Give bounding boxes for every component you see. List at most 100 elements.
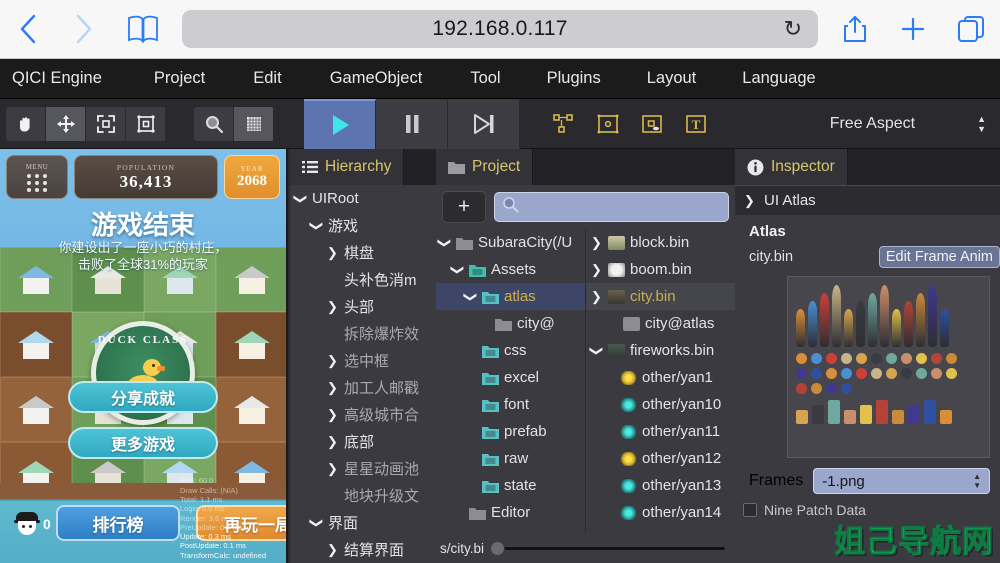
project-folder-row[interactable]: ❯font — [436, 391, 585, 418]
project-asset-row[interactable]: other/yan14 — [586, 499, 735, 526]
chevron-right-icon[interactable]: ❯ — [590, 289, 603, 305]
project-folder-row[interactable]: ❯prefab — [436, 418, 585, 445]
chevron-down-icon[interactable]: ❯ — [437, 236, 453, 249]
step-button[interactable] — [448, 98, 520, 149]
chevron-down-icon[interactable]: ❯ — [589, 344, 605, 357]
chevron-down-icon[interactable]: ❯ — [463, 290, 479, 303]
bookmarks-button[interactable] — [112, 0, 174, 59]
tab-hierarchy[interactable]: Hierarchy — [290, 149, 405, 185]
project-folder-row[interactable]: ❯raw — [436, 445, 585, 472]
zoom-tool-button[interactable] — [194, 106, 234, 141]
text-gizmo-button[interactable]: T — [674, 99, 718, 149]
game-view[interactable]: MENU POPULATION 36,413 YEAR 2068 游戏结束 你建… — [0, 149, 288, 563]
grid-tool-button[interactable] — [234, 106, 274, 141]
project-folder-row[interactable]: ❯excel — [436, 364, 585, 391]
chevron-down-icon[interactable]: ❯ — [743, 193, 756, 209]
hierarchy-node[interactable]: ❯ 界面 — [290, 509, 436, 536]
project-folder-row[interactable]: ❯Editor — [436, 499, 585, 526]
project-asset-row[interactable]: ❯ block.bin — [586, 229, 735, 256]
chevron-down-icon[interactable]: ❯ — [293, 192, 309, 205]
stepper-icon[interactable]: ▲ ▼ — [973, 473, 981, 490]
hierarchy-node[interactable]: ❯ UIRoot — [290, 185, 436, 212]
chevron-right-icon[interactable]: ❯ — [590, 262, 603, 278]
game-tile[interactable] — [0, 377, 72, 442]
chevron-right-icon[interactable]: ❯ — [326, 299, 339, 315]
bounds-gizmo-button[interactable] — [586, 99, 630, 149]
project-asset-row[interactable]: other/yan12 — [586, 445, 735, 472]
edit-frame-anim-button[interactable]: Edit Frame Anim — [878, 246, 1000, 268]
tab-project[interactable]: Project — [436, 149, 534, 185]
scale-tool-button[interactable] — [86, 106, 126, 141]
project-asset-row[interactable]: ❯ boom.bin — [586, 256, 735, 283]
menu-item-project[interactable]: Project — [145, 69, 214, 88]
project-asset-row[interactable]: other/yan1 — [586, 364, 735, 391]
rect-transform-tool-button[interactable] — [126, 106, 166, 141]
play-button[interactable] — [304, 98, 376, 149]
ui-atlas-component-header[interactable]: ❯ UI Atlas — [735, 185, 1000, 215]
project-tree-left[interactable]: ❯ SubaraCity(/U ❯ Assets ❯ atlas ❯city@❯css❯ex… — [436, 229, 586, 563]
menu-item-qici-engine[interactable]: QICI Engine — [0, 69, 111, 88]
leaderboard-button[interactable]: 排行榜 — [56, 505, 180, 541]
share-achievement-button[interactable]: 分享成就 — [68, 381, 218, 413]
chevron-down-icon[interactable]: ❯ — [309, 219, 325, 232]
chevron-right-icon[interactable]: ❯ — [326, 542, 339, 558]
tab-inspector[interactable]: Inspector — [735, 149, 848, 185]
project-search-input[interactable] — [494, 192, 729, 222]
hierarchy-node[interactable]: ❯ 高级城市合 — [290, 401, 436, 428]
project-asset-row[interactable]: ❯ city.bin — [586, 283, 735, 310]
menu-item-edit[interactable]: Edit — [244, 69, 290, 88]
hierarchy-node[interactable]: ❯ 选中框 — [290, 347, 436, 374]
project-folder-row[interactable]: ❯city@ — [436, 310, 585, 337]
forward-button[interactable] — [56, 0, 112, 59]
project-asset-row[interactable]: ❯city@atlas — [586, 310, 735, 337]
share-button[interactable] — [826, 0, 884, 59]
menu-item-tool[interactable]: Tool — [461, 69, 509, 88]
hierarchy-node[interactable]: ❯ 游戏 — [290, 212, 436, 239]
frames-select[interactable]: -1.png ▲ ▼ — [813, 468, 990, 494]
hierarchy-node[interactable]: ❯ 棋盘 — [290, 239, 436, 266]
project-tree-right[interactable]: ❯block.bin❯boom.bin❯city.bin❯city@atlas❯… — [586, 229, 735, 563]
stepper-icon[interactable]: ▲ ▼ — [977, 114, 986, 133]
nine-patch-checkbox[interactable] — [743, 503, 757, 517]
project-folder-row[interactable]: ❯ Assets — [436, 256, 585, 283]
project-asset-row[interactable]: ❯ fireworks.bin — [586, 337, 735, 364]
more-games-button[interactable]: 更多游戏 — [68, 427, 218, 459]
move-tool-button[interactable] — [46, 106, 86, 141]
menu-item-language[interactable]: Language — [733, 69, 824, 88]
hierarchy-node[interactable]: ❯ 加工人邮戳 — [290, 374, 436, 401]
show-tabs-button[interactable] — [942, 0, 1000, 59]
new-tab-button[interactable] — [884, 0, 942, 59]
hierarchy-node[interactable]: ❯ 底部 — [290, 428, 436, 455]
chevron-down-icon[interactable]: ❯ — [309, 516, 325, 529]
chevron-right-icon[interactable]: ❯ — [326, 407, 339, 423]
project-folder-row[interactable]: ❯state — [436, 472, 585, 499]
project-folder-row[interactable]: ❯css — [436, 337, 585, 364]
game-tile[interactable] — [0, 312, 72, 377]
project-asset-row[interactable]: other/yan13 — [586, 472, 735, 499]
chevron-right-icon[interactable]: ❯ — [326, 353, 339, 369]
menu-item-gameobject[interactable]: GameObject — [321, 69, 432, 88]
project-asset-row[interactable]: other/yan11 — [586, 418, 735, 445]
address-bar[interactable]: 192.168.0.117 ↻ — [182, 10, 818, 48]
game-tile[interactable] — [216, 377, 286, 442]
hierarchy-node[interactable]: ❯地块升级文 — [290, 482, 436, 509]
chevron-right-icon[interactable]: ❯ — [590, 235, 603, 251]
menu-item-layout[interactable]: Layout — [638, 69, 706, 88]
chevron-right-icon[interactable]: ❯ — [326, 434, 339, 450]
pause-button[interactable] — [376, 98, 448, 149]
project-folder-row[interactable]: ❯ SubaraCity(/U — [436, 229, 585, 256]
hand-tool-button[interactable] — [6, 106, 46, 141]
project-add-button[interactable]: + — [442, 191, 486, 223]
menu-item-plugins[interactable]: Plugins — [538, 69, 610, 88]
hierarchy-node[interactable]: ❯ 头部 — [290, 293, 436, 320]
nodes-gizmo-button[interactable] — [542, 99, 586, 149]
hud-menu-button[interactable]: MENU — [6, 155, 68, 199]
chevron-right-icon[interactable]: ❯ — [326, 461, 339, 477]
hierarchy-node[interactable]: ❯拆除爆炸效 — [290, 320, 436, 347]
slider-knob[interactable] — [490, 541, 506, 556]
hierarchy-node[interactable]: ❯ 结算界面 — [290, 536, 436, 563]
hierarchy-node[interactable]: ❯头补色消m — [290, 266, 436, 293]
game-tile[interactable] — [216, 312, 286, 377]
reload-icon[interactable]: ↻ — [784, 16, 802, 42]
aspect-selector[interactable]: Free Aspect ▲ ▼ — [830, 114, 986, 133]
